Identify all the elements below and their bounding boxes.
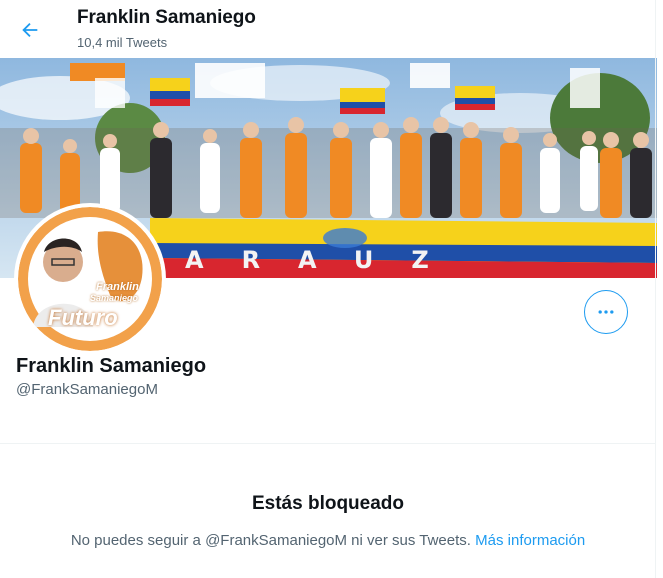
banner-flag-text: ARAUZ bbox=[185, 246, 467, 274]
blocked-message: No puedes seguir a @FrankSamaniegoM ni v… bbox=[0, 532, 656, 549]
avatar-text-line3: Futuro bbox=[48, 305, 118, 330]
profile-name: Franklin Samaniego bbox=[16, 355, 207, 377]
header-title: Franklin Samaniego bbox=[77, 7, 256, 28]
divider bbox=[0, 443, 656, 444]
more-options-button[interactable] bbox=[584, 290, 628, 334]
profile-header: Franklin Samaniego 10,4 mil Tweets bbox=[0, 0, 663, 58]
more-horizontal-icon bbox=[598, 310, 614, 314]
more-info-link[interactable]: Más información bbox=[475, 532, 585, 549]
arrow-left-icon bbox=[22, 22, 38, 38]
avatar[interactable]: Franklin Samaniego Futuro bbox=[14, 203, 166, 355]
blocked-message-text: No puedes seguir a @FrankSamaniegoM ni v… bbox=[70, 532, 471, 549]
profile-handle: @FrankSamaniegoM bbox=[16, 381, 158, 398]
tweet-count: 10,4 mil Tweets bbox=[77, 35, 168, 50]
blocked-title: Estás bloqueado bbox=[251, 493, 405, 514]
column-border bbox=[655, 0, 656, 578]
avatar-image: Franklin Samaniego Futuro bbox=[18, 207, 162, 351]
avatar-text-line2: Samaniego bbox=[90, 293, 139, 303]
avatar-text-line1: Franklin bbox=[96, 281, 139, 293]
back-button[interactable] bbox=[12, 12, 48, 48]
